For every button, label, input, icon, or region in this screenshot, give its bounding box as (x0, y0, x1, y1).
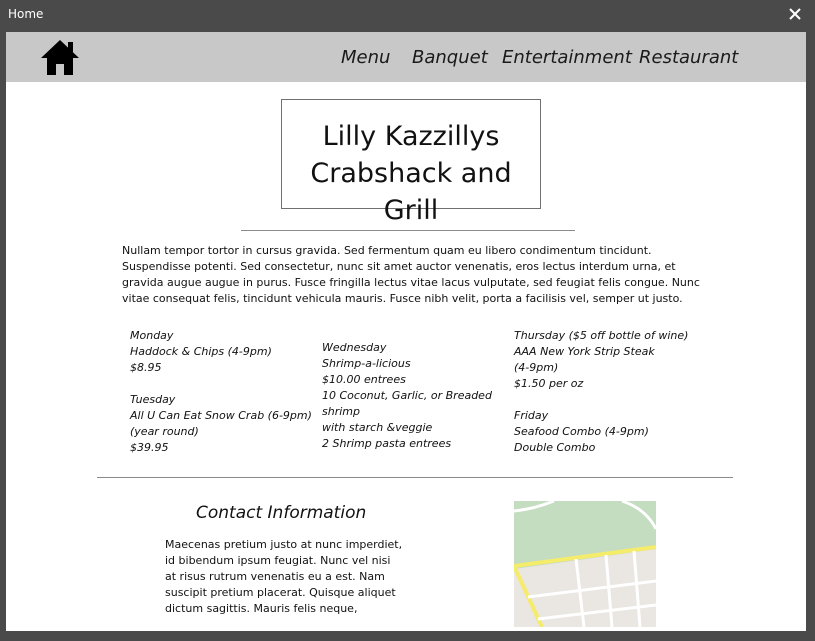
nav-menu-link[interactable]: Menu (341, 47, 390, 68)
divider (97, 477, 733, 478)
title-line-2: Crabshack and Grill (310, 158, 512, 226)
special-line: Seafood Combo (4-9pm) (514, 425, 649, 438)
map-image[interactable] (514, 501, 656, 627)
special-line: (4-9pm) (514, 361, 559, 374)
special-line: Tuesday (130, 393, 176, 406)
special-line: Double Combo (514, 441, 596, 454)
special-line: with starch &veggie (322, 421, 433, 434)
special-line: shrimp (322, 405, 360, 418)
special-line: Haddock & Chips (4-9pm) (130, 345, 272, 358)
special-line: $8.95 (130, 361, 162, 374)
special-line: Thursday ($5 off bottle of wine) (514, 329, 689, 342)
title-line-1: Lilly Kazzillys (322, 121, 500, 152)
nav-bar: Menu Banquet Entertainment Restaurant (6, 32, 806, 82)
home-icon (41, 40, 79, 75)
close-button[interactable] (787, 6, 803, 22)
special-line: AAA New York Strip Steak (514, 345, 655, 358)
restaurant-title: Lilly Kazzillys Crabshack and Grill (281, 99, 541, 226)
specials-column-1: Monday Haddock & Chips (4-9pm) $8.95 Tue… (130, 328, 315, 456)
special-line: Friday (514, 409, 549, 422)
page-content: Menu Banquet Entertainment Restaurant Li… (6, 32, 806, 631)
specials-column-3: Thursday ($5 off bottle of wine) AAA New… (514, 328, 714, 456)
nav-restaurant-link[interactable]: Restaurant (639, 47, 738, 68)
divider (241, 230, 575, 231)
specials-column-2: Wednesday Shrimp-a-licious $10.00 entree… (322, 340, 507, 452)
special-line: $39.95 (130, 441, 169, 454)
special-line: Wednesday (322, 341, 387, 354)
special-line: 2 Shrimp pasta entrees (322, 437, 452, 450)
special-line: All U Can Eat Snow Crab (6-9pm) (130, 409, 312, 422)
nav-entertainment-link[interactable]: Entertainment (502, 47, 632, 68)
special-line: $1.50 per oz (514, 377, 584, 390)
special-line: 10 Coconut, Garlic, or Breaded (322, 389, 492, 402)
close-icon (789, 8, 801, 20)
contact-heading: Contact Information (196, 503, 367, 523)
window-titlebar: Home (0, 0, 815, 32)
window-title: Home (8, 7, 44, 21)
contact-paragraph: Maecenas pretium justo at nunc imperdiet… (165, 538, 403, 615)
special-line: Shrimp-a-licious (322, 357, 411, 370)
map-graphic (514, 501, 656, 627)
special-line: (year round) (130, 425, 199, 438)
intro-paragraph: Nullam tempor tortor in cursus gravida. … (122, 244, 700, 305)
home-button[interactable] (40, 39, 80, 77)
special-line: $10.00 entrees (322, 373, 406, 386)
special-line: Monday (130, 329, 174, 342)
nav-banquet-link[interactable]: Banquet (412, 47, 488, 68)
